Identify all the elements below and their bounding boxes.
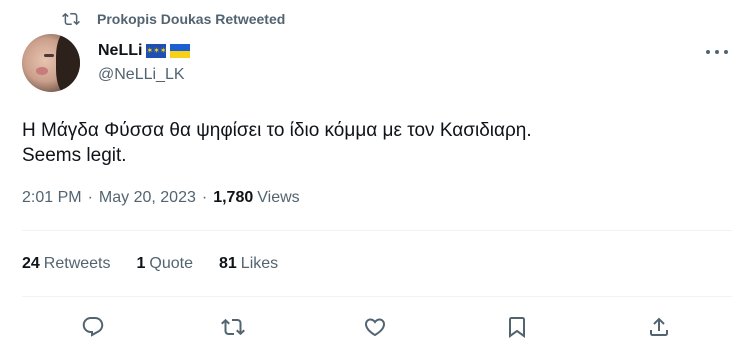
quotes-count: 1 <box>136 255 146 272</box>
views-count: 1,780 <box>213 189 254 206</box>
retweet-icon <box>221 318 245 336</box>
author-name-row[interactable]: NeLLi ✶✶✶ <box>98 40 191 62</box>
more-options-button[interactable] <box>706 44 728 60</box>
share-button[interactable] <box>644 312 674 342</box>
divider <box>22 230 732 231</box>
tweet-text-line: Η Μάγδα Φύσσα θα ψηφίσει το ίδιο κόμμα μ… <box>22 120 532 141</box>
tweet-meta: 2:01 PM · May 20, 2023 · 1,780 Views <box>22 187 300 209</box>
social-context[interactable]: Prokopis Doukas Retweeted <box>62 9 285 29</box>
tweet-time[interactable]: 2:01 PM <box>22 189 82 207</box>
tweet-stats: 24 Retweets 1 Quote 81 Likes <box>22 253 304 275</box>
author-handle[interactable]: @NeLLi_LK <box>98 66 185 84</box>
social-context-label: Prokopis Doukas Retweeted <box>97 11 286 27</box>
reply-icon <box>82 317 104 337</box>
reply-button[interactable] <box>78 312 108 342</box>
ukraine-flag-icon <box>170 44 191 58</box>
quotes-stat[interactable]: 1 Quote <box>137 255 194 273</box>
tweet-text-line: Seems legit. <box>22 145 127 166</box>
eu-flag-icon: ✶✶✶ <box>146 44 167 58</box>
retweets-count: 24 <box>22 255 40 272</box>
tweet-actions <box>0 312 748 342</box>
views-label: Views <box>257 189 300 206</box>
quotes-label: Quote <box>149 255 193 272</box>
meta-separator: · <box>87 189 93 206</box>
retweets-stat[interactable]: 24 Retweets <box>22 255 111 273</box>
avatar[interactable] <box>22 34 80 92</box>
retweets-label: Retweets <box>43 255 111 272</box>
bookmark-button[interactable] <box>502 312 532 342</box>
retweet-icon <box>62 12 80 26</box>
more-icon <box>706 50 710 54</box>
likes-count: 81 <box>219 255 237 272</box>
divider <box>22 296 732 297</box>
author-display-name[interactable]: NeLLi <box>98 42 142 60</box>
meta-separator: · <box>201 189 208 206</box>
share-icon <box>650 317 668 336</box>
likes-label: Likes <box>240 255 279 272</box>
retweet-button[interactable] <box>218 312 248 342</box>
like-button[interactable] <box>360 312 390 342</box>
bookmark-icon <box>509 317 525 338</box>
tweet-text: Η Μάγδα Φύσσα θα ψηφίσει το ίδιο κόμμα μ… <box>22 118 722 168</box>
likes-stat[interactable]: 81 Likes <box>219 255 278 273</box>
tweet-date[interactable]: May 20, 2023 <box>99 189 196 207</box>
like-icon <box>364 318 386 337</box>
